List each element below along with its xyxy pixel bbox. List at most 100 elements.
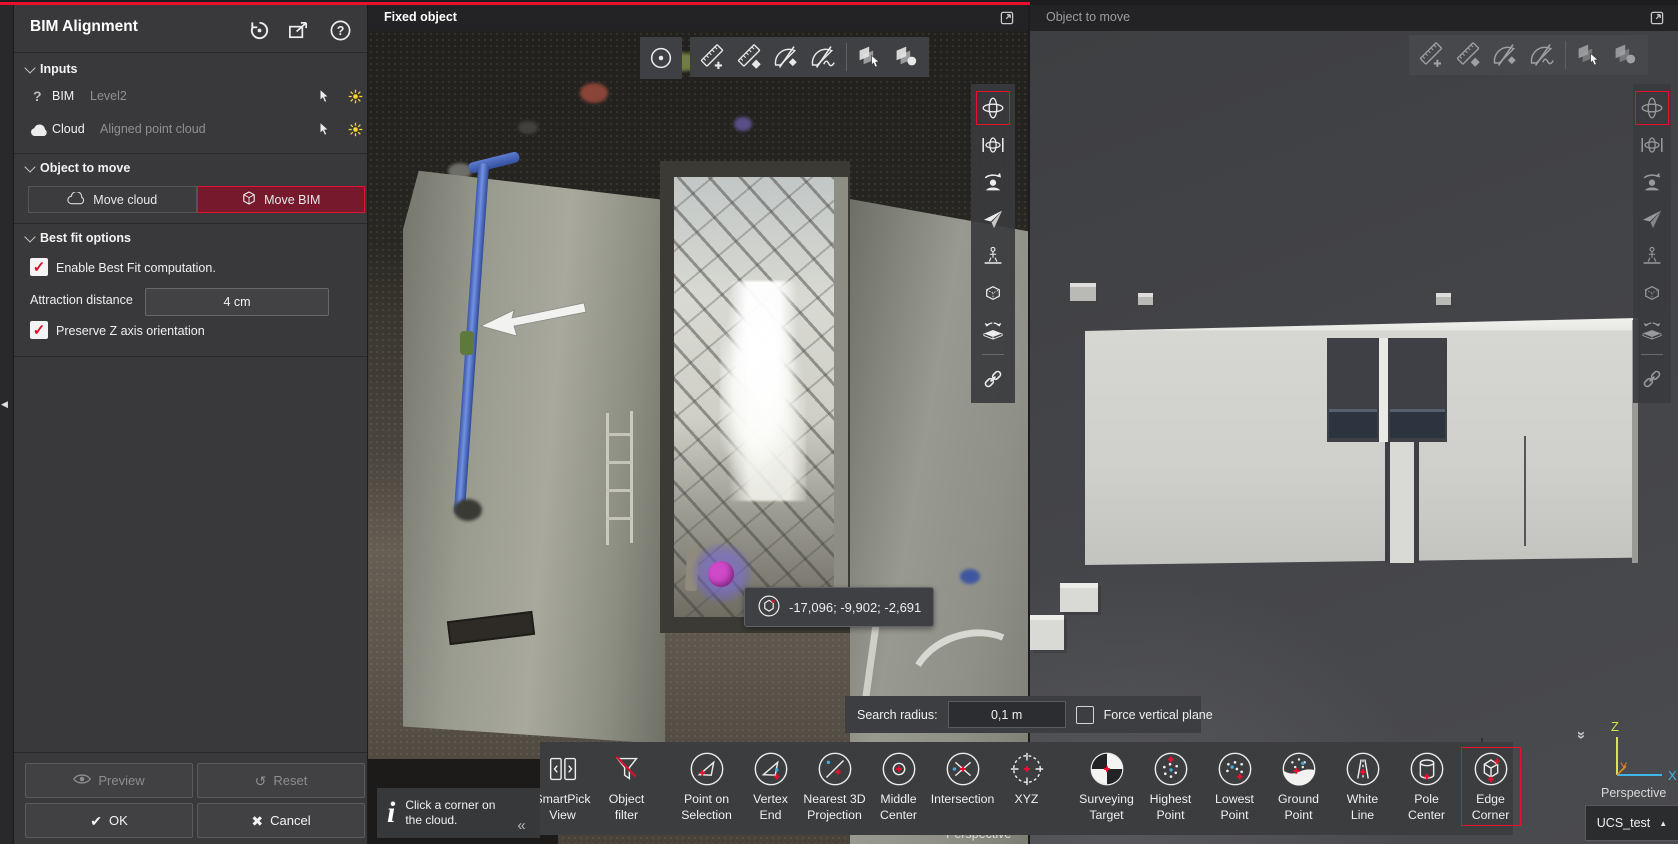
bim-step bbox=[1030, 615, 1064, 650]
measure-angle-wave-button[interactable] bbox=[806, 40, 840, 74]
highest-point-icon bbox=[1152, 750, 1190, 791]
pick-tool-ground-point[interactable]: GroundPoint bbox=[1269, 747, 1329, 826]
pick-tool-intersection[interactable]: Intersection bbox=[933, 747, 993, 826]
highlight-cloud-icon[interactable] bbox=[345, 119, 365, 139]
nav-constrained-orbit-button[interactable] bbox=[1635, 128, 1669, 162]
inputs-section-header[interactable]: Inputs bbox=[40, 62, 78, 76]
bim-window-glass bbox=[1329, 409, 1377, 438]
reset-label: Reset bbox=[273, 773, 307, 788]
pick-object-button[interactable] bbox=[853, 40, 887, 74]
picking-mode-button[interactable] bbox=[640, 37, 682, 79]
nav-station-view-button[interactable] bbox=[976, 239, 1010, 273]
pick-tool-edge-corner[interactable]: EdgeCorner bbox=[1461, 747, 1521, 826]
cancel-label: Cancel bbox=[270, 813, 310, 828]
section-caret-icon[interactable] bbox=[24, 161, 35, 172]
ok-button[interactable]: ✔ OK bbox=[25, 803, 193, 838]
cloud-input-value[interactable]: Aligned point cloud bbox=[100, 122, 206, 136]
undock-panel-icon[interactable] bbox=[286, 18, 310, 42]
section-caret-icon[interactable] bbox=[24, 231, 35, 242]
nav-turn-box-button[interactable] bbox=[1635, 313, 1669, 347]
measure-angle-wave-icon bbox=[1526, 39, 1558, 71]
divider bbox=[14, 752, 367, 753]
bim-input-label: BIM bbox=[52, 89, 74, 103]
attraction-distance-input[interactable] bbox=[145, 288, 329, 316]
nav-examine-box-button[interactable] bbox=[976, 276, 1010, 310]
collapse-panel-icon[interactable]: ◀ bbox=[1, 399, 8, 410]
enable-best-fit-checkbox[interactable]: ✓ bbox=[30, 258, 48, 276]
reset-tool-icon[interactable] bbox=[247, 18, 271, 42]
panel-collapse-rail[interactable]: ◀ bbox=[0, 5, 14, 844]
pick-tool-label: Ground bbox=[1278, 792, 1319, 807]
section-caret-icon[interactable] bbox=[24, 62, 35, 73]
pick-tool-surveying-target[interactable]: SurveyingTarget bbox=[1077, 747, 1137, 826]
undock-view-icon[interactable] bbox=[999, 10, 1016, 27]
ucs-selector[interactable]: UCS_test ▲ bbox=[1585, 805, 1678, 841]
pick-surface-button[interactable] bbox=[890, 40, 924, 74]
pick-tool-lowest-point[interactable]: LowestPoint bbox=[1205, 747, 1265, 826]
move-bim-button[interactable]: Move BIM bbox=[197, 186, 366, 213]
reset-button[interactable]: ↺ Reset bbox=[197, 763, 365, 798]
pick-tool-vertex-end[interactable]: VertexEnd bbox=[741, 747, 801, 826]
nav-link-views-button[interactable] bbox=[1635, 362, 1669, 396]
pick-surface-button[interactable] bbox=[1609, 38, 1643, 72]
pick-tool-xyz[interactable]: XYZ bbox=[997, 747, 1057, 826]
pick-bim-cursor-icon[interactable] bbox=[314, 86, 334, 106]
nav-examine-box-button[interactable] bbox=[1635, 276, 1669, 310]
measure-component-button[interactable] bbox=[732, 40, 766, 74]
pick-tool-smartpick-view[interactable]: SmartPickView bbox=[533, 747, 593, 826]
pick-tool-point-on-selection[interactable]: Point onSelection bbox=[677, 747, 737, 826]
nav-turn-box-button[interactable] bbox=[976, 313, 1010, 347]
move-view-title: Object to move bbox=[1046, 10, 1130, 24]
pick-tool-object-filter[interactable]: Objectfilter bbox=[597, 747, 657, 826]
nearest-3d-projection-icon bbox=[816, 750, 854, 791]
link-views-icon bbox=[1638, 365, 1666, 393]
pick-tool-white-line[interactable]: WhiteLine bbox=[1333, 747, 1393, 826]
undock-view-icon[interactable] bbox=[1649, 10, 1666, 27]
blue-object bbox=[960, 569, 980, 584]
pick-surface-icon bbox=[891, 41, 923, 73]
pick-tool-label: Projection bbox=[807, 808, 862, 823]
preview-button[interactable]: Preview bbox=[25, 763, 193, 798]
pick-tool-label bbox=[961, 808, 964, 823]
help-icon[interactable]: ? bbox=[328, 18, 352, 42]
bim-input-value[interactable]: Level2 bbox=[90, 89, 127, 103]
measure-add-button[interactable] bbox=[695, 40, 729, 74]
collapse-hint-icon[interactable]: « bbox=[517, 817, 525, 834]
pick-tool-pole-center[interactable]: PoleCenter bbox=[1397, 747, 1457, 826]
nav-look-around-button[interactable] bbox=[976, 165, 1010, 199]
measure-add-icon bbox=[1415, 39, 1447, 71]
ladder bbox=[606, 461, 632, 464]
search-radius-input[interactable] bbox=[948, 701, 1066, 728]
nav-link-views-button[interactable] bbox=[976, 362, 1010, 396]
projection-mode-label[interactable]: Perspective bbox=[1601, 786, 1666, 800]
pick-tool-highest-point[interactable]: HighestPoint bbox=[1141, 747, 1201, 826]
measure-angle-button[interactable] bbox=[1488, 38, 1522, 72]
measure-angle-button[interactable] bbox=[769, 40, 803, 74]
pick-cloud-cursor-icon[interactable] bbox=[314, 119, 334, 139]
cancel-button[interactable]: ✖ Cancel bbox=[197, 803, 365, 838]
preserve-z-checkbox[interactable]: ✓ bbox=[30, 321, 48, 339]
pick-object-button[interactable] bbox=[1572, 38, 1606, 72]
measure-component-button[interactable] bbox=[1451, 38, 1485, 72]
object-filter-icon bbox=[608, 750, 646, 791]
more-tools-icon[interactable]: » bbox=[1561, 731, 1589, 844]
pick-tool-nearest-3d-projection[interactable]: Nearest 3DProjection bbox=[805, 747, 865, 826]
force-vertical-checkbox[interactable]: ✓ bbox=[1076, 706, 1094, 724]
ceiling-debris bbox=[518, 121, 538, 134]
best-fit-section-header[interactable]: Best fit options bbox=[40, 231, 131, 245]
measure-add-button[interactable] bbox=[1414, 38, 1448, 72]
nav-look-around-button[interactable] bbox=[1635, 165, 1669, 199]
nav-orbit-button[interactable] bbox=[1635, 91, 1669, 125]
pole-center-icon bbox=[1408, 750, 1446, 791]
measure-angle-icon bbox=[770, 41, 802, 73]
pick-tool-middle-center[interactable]: MiddleCenter bbox=[869, 747, 929, 826]
highlight-bim-icon[interactable] bbox=[345, 86, 365, 106]
nav-fly-button[interactable] bbox=[1635, 202, 1669, 236]
nav-fly-button[interactable] bbox=[976, 202, 1010, 236]
move-cloud-button[interactable]: Move cloud bbox=[28, 186, 197, 213]
nav-orbit-button[interactable] bbox=[976, 91, 1010, 125]
object-to-move-section-header[interactable]: Object to move bbox=[40, 161, 130, 175]
nav-station-view-button[interactable] bbox=[1635, 239, 1669, 273]
measure-angle-wave-button[interactable] bbox=[1525, 38, 1559, 72]
nav-constrained-orbit-button[interactable] bbox=[976, 128, 1010, 162]
